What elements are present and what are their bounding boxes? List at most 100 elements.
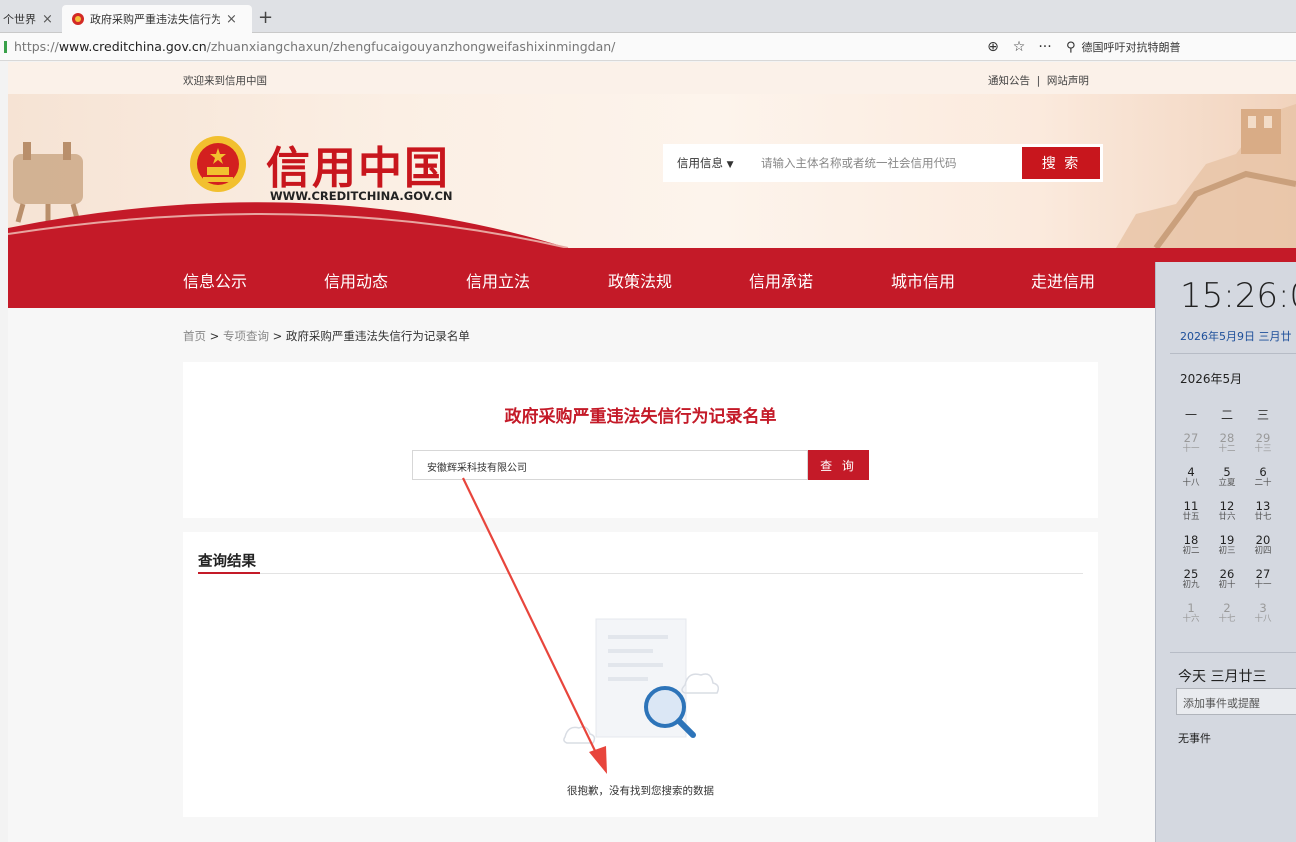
browser-search-box[interactable]: ⚲ 德国呼吁对抗特朗普 bbox=[1066, 37, 1296, 57]
calendar-lunar-date: 廿七 bbox=[1254, 512, 1272, 522]
calendar-day[interactable]: 3 十八 bbox=[1248, 602, 1278, 624]
calendar-day-number: 20 bbox=[1255, 533, 1271, 547]
calendar-day[interactable]: 11 廿五 bbox=[1176, 500, 1206, 522]
no-events-label: 无事件 bbox=[1178, 732, 1211, 745]
breadcrumb-separator: > bbox=[268, 329, 286, 343]
calendar-day-number: 12 bbox=[1219, 499, 1235, 513]
calendar-lunar-date: 十八 bbox=[1182, 478, 1200, 488]
calendar-lunar-date: 十六 bbox=[1182, 614, 1200, 624]
calendar-day[interactable]: 6 二十 bbox=[1248, 466, 1278, 488]
zoom-icon[interactable]: ⊕ bbox=[980, 39, 1006, 55]
star-icon[interactable]: ☆ bbox=[1006, 39, 1032, 55]
nav-item-legislation[interactable]: 信用立法 bbox=[466, 268, 530, 292]
tab-label: 政府采购严重违法失信行为记 bbox=[90, 13, 220, 26]
calendar-day[interactable]: 29 十三 bbox=[1248, 432, 1278, 454]
calendar-divider bbox=[1170, 353, 1296, 354]
calendar-day-number: 3 bbox=[1259, 601, 1267, 615]
breadcrumb-home[interactable]: 首页 bbox=[183, 329, 206, 343]
query-title: 政府采购严重违法失信行为记录名单 bbox=[504, 407, 777, 427]
nav-item-news[interactable]: 信用动态 bbox=[324, 268, 388, 292]
add-event-input[interactable]: 添加事件或提醒 bbox=[1176, 688, 1296, 715]
breadcrumb-separator: > bbox=[206, 329, 223, 343]
address-bar: https://www.creditchina.gov.cn/zhuanxian… bbox=[0, 33, 1296, 61]
tab-label: 个世界 bbox=[3, 13, 36, 26]
search-category-select[interactable]: 信用信息 ▼ bbox=[663, 155, 761, 171]
calendar-day[interactable]: 27 十一 bbox=[1248, 568, 1278, 590]
calendar-lunar-date: 初九 bbox=[1182, 580, 1200, 590]
calendar-lunar-date: 廿五 bbox=[1182, 512, 1200, 522]
nav-item-about[interactable]: 走进信用 bbox=[1031, 268, 1095, 292]
screen: 个世界 × 政府采购严重违法失信行为记 × + https://www.cred… bbox=[0, 0, 1296, 842]
site-logo-url: WWW.CREDITCHINA.GOV.CN bbox=[270, 189, 453, 203]
calendar-day[interactable]: 26 初十 bbox=[1212, 568, 1242, 590]
secure-indicator-icon bbox=[4, 41, 7, 53]
calendar-lunar-date: 立夏 bbox=[1218, 478, 1236, 488]
calendar-divider bbox=[1170, 652, 1296, 653]
calendar-day-number: 19 bbox=[1219, 533, 1235, 547]
header-search-button[interactable]: 搜 索 bbox=[1022, 147, 1100, 179]
tab-close-icon[interactable]: × bbox=[42, 12, 53, 27]
calendar-day[interactable]: 27 十一 bbox=[1176, 432, 1206, 454]
query-button[interactable]: 查 询 bbox=[808, 450, 869, 480]
calendar-day[interactable]: 12 廿六 bbox=[1212, 500, 1242, 522]
tab-current[interactable]: 政府采购严重违法失信行为记 × bbox=[62, 5, 252, 33]
calendar-day-number: 18 bbox=[1183, 533, 1199, 547]
top-links[interactable]: 通知公告 | 网站声明 bbox=[988, 73, 1089, 88]
calendar-day-number: 4 bbox=[1187, 465, 1195, 479]
today-label: 今天 三月廿三 bbox=[1178, 669, 1267, 685]
results-heading: 查询结果 bbox=[198, 554, 256, 570]
no-data-illustration bbox=[563, 618, 720, 744]
calendar-month[interactable]: 2026年5月 bbox=[1180, 370, 1242, 387]
calendar-day-number: 25 bbox=[1183, 567, 1199, 581]
calendar-day[interactable]: 28 十二 bbox=[1212, 432, 1242, 454]
nav-item-commitment[interactable]: 信用承诺 bbox=[749, 268, 813, 292]
calendar-day[interactable]: 1 十六 bbox=[1176, 602, 1206, 624]
url-host: www.creditchina.gov.cn bbox=[58, 39, 207, 54]
tab-previous[interactable]: 个世界 × bbox=[0, 5, 60, 33]
calendar-lunar-date: 十一 bbox=[1182, 444, 1200, 454]
browser-tabbar: 个世界 × 政府采购严重违法失信行为记 × + bbox=[0, 0, 1296, 33]
breadcrumb-section[interactable]: 专项查询 bbox=[223, 329, 269, 343]
calendar-lunar-date: 廿六 bbox=[1218, 512, 1236, 522]
company-name-input[interactable]: 安徽辉采科技有限公司 bbox=[412, 450, 808, 480]
calendar-day-number: 5 bbox=[1223, 465, 1231, 479]
welcome-text: 欢迎来到信用中国 bbox=[183, 75, 267, 87]
calendar-lunar-date: 二十 bbox=[1254, 478, 1272, 488]
nav-item-policy[interactable]: 政策法规 bbox=[608, 268, 672, 292]
nav-item-info[interactable]: 信息公示 bbox=[183, 268, 247, 292]
calendar-day[interactable]: 2 十七 bbox=[1212, 602, 1242, 624]
site-header: 信用中国 WWW.CREDITCHINA.GOV.CN 信用信息 ▼ 请输入主体… bbox=[8, 94, 1296, 248]
calendar-week-row: 18 初二 19 初三 20 初四 bbox=[1176, 534, 1296, 568]
results-heading-underline bbox=[198, 572, 260, 574]
calendar-day[interactable]: 25 初九 bbox=[1176, 568, 1206, 590]
calendar-week-row: 11 廿五 12 廿六 13 廿七 bbox=[1176, 500, 1296, 534]
more-icon[interactable]: ··· bbox=[1032, 39, 1058, 55]
calendar-day-number: 27 bbox=[1183, 431, 1199, 445]
dropdown-icon: ▼ bbox=[726, 160, 734, 170]
main-nav: 信息公示 信用动态 信用立法 政策法规 信用承诺 城市信用 走进信用 bbox=[8, 248, 1296, 308]
calendar-day-number: 6 bbox=[1259, 465, 1267, 479]
calendar-lunar-date: 十三 bbox=[1254, 444, 1272, 454]
calendar-day[interactable]: 19 初三 bbox=[1212, 534, 1242, 556]
calendar-day[interactable]: 20 初四 bbox=[1248, 534, 1278, 556]
new-tab-button[interactable]: + bbox=[258, 7, 273, 28]
calendar-lunar-date: 初三 bbox=[1218, 546, 1236, 556]
results-divider bbox=[198, 573, 1083, 574]
weekday-label: 三 bbox=[1256, 408, 1269, 422]
calendar-lunar-date: 初二 bbox=[1182, 546, 1200, 556]
calendar-lunar-date: 初四 bbox=[1254, 546, 1272, 556]
clock-date[interactable]: 2026年5月9日 三月廿 bbox=[1180, 328, 1292, 344]
search-icon: ⚲ bbox=[1066, 39, 1076, 55]
url-prefix: https:// bbox=[14, 39, 59, 54]
site-logo-text[interactable]: 信用中国 bbox=[266, 132, 450, 196]
web-page: 欢迎来到信用中国 通知公告 | 网站声明 信用中国 WWW.CREDITCHIN… bbox=[8, 62, 1296, 842]
calendar-day[interactable]: 4 十八 bbox=[1176, 466, 1206, 488]
browser-search-text: 德国呼吁对抗特朗普 bbox=[1081, 41, 1181, 54]
calendar-day[interactable]: 18 初二 bbox=[1176, 534, 1206, 556]
calendar-day[interactable]: 5 立夏 bbox=[1212, 466, 1242, 488]
weekday-label: 二 bbox=[1220, 408, 1233, 422]
nav-item-city[interactable]: 城市信用 bbox=[891, 268, 955, 292]
url-field[interactable]: https://www.creditchina.gov.cn/zhuanxian… bbox=[14, 39, 615, 54]
calendar-day[interactable]: 13 廿七 bbox=[1248, 500, 1278, 522]
tab-close-icon[interactable]: × bbox=[226, 12, 237, 27]
